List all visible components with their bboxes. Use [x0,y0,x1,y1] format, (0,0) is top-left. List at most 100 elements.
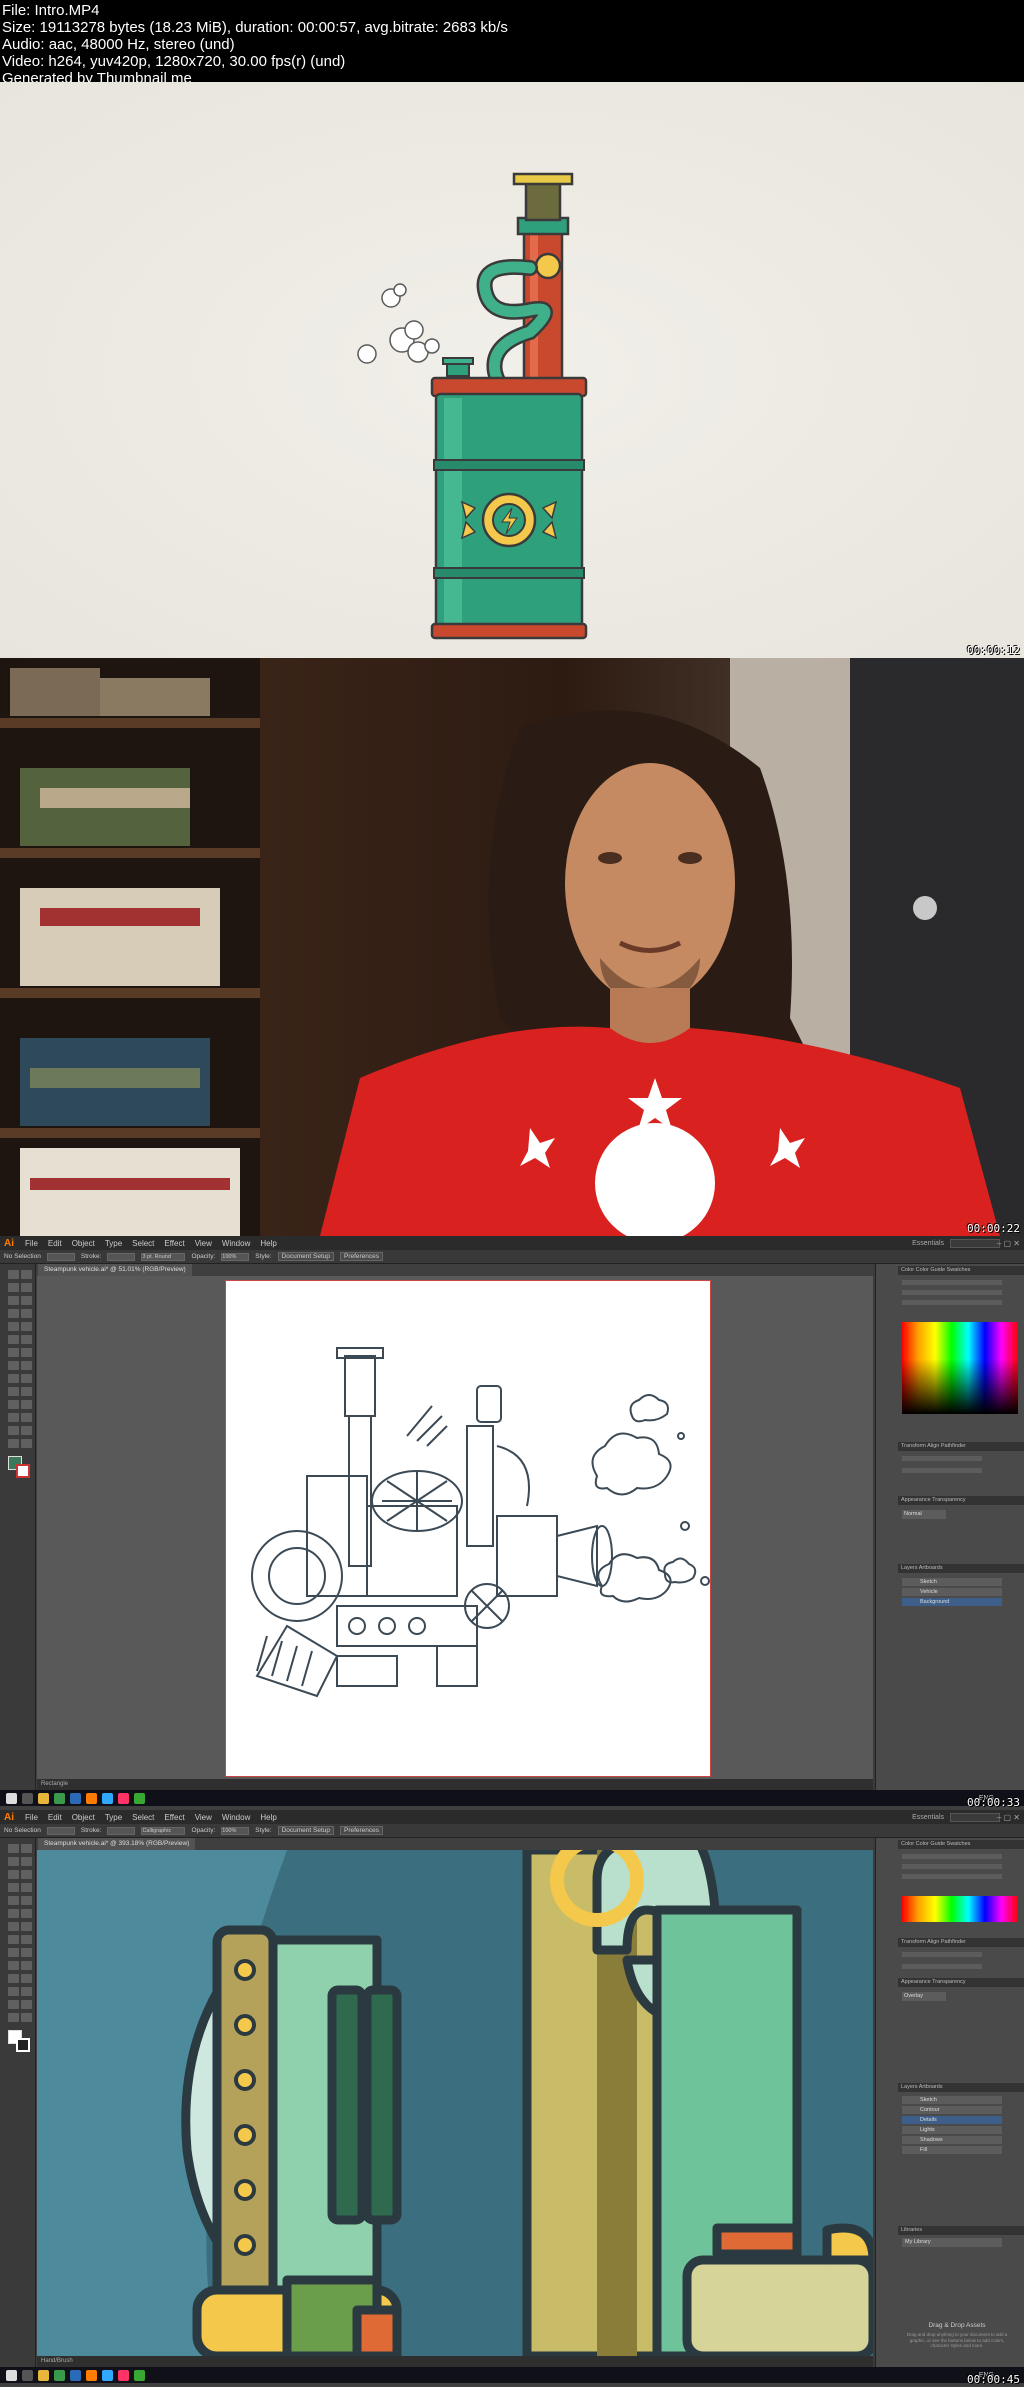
lasso-tool-icon[interactable] [21,1857,32,1866]
menu-edit[interactable]: Edit [43,1239,67,1248]
free-transform-tool-icon[interactable] [21,1935,32,1944]
pen-tool-icon[interactable] [8,1870,19,1879]
scale-tool-icon[interactable] [21,1348,32,1357]
transform-panel-tabs[interactable]: Transform Align Pathfinder [898,1938,1024,1947]
menu-help[interactable]: Help [255,1239,281,1248]
selection-tool-icon[interactable] [8,1844,19,1853]
opacity-field[interactable]: 100% [221,1252,250,1261]
layer-contour[interactable]: Contour [902,2106,1002,2114]
symbol-sprayer-tool-icon[interactable] [8,1987,19,1996]
eraser-tool-icon[interactable] [21,1335,32,1344]
menu-view[interactable]: View [190,1813,217,1822]
shape-builder-tool-icon[interactable] [8,1948,19,1957]
layer-details[interactable]: Details [902,2116,1002,2124]
indesign-app-icon[interactable] [118,2369,129,2381]
illustrator-app-icon[interactable] [86,2369,97,2381]
menu-window[interactable]: Window [217,1813,255,1822]
width-tool-icon[interactable] [8,1361,19,1370]
canvas-area[interactable] [37,1850,873,2356]
layers-panel-tabs[interactable]: Layers Artboards [898,2083,1024,2092]
curvature-tool-icon[interactable] [21,1870,32,1879]
stroke-swatch[interactable] [16,2038,30,2052]
pencil-tool-icon[interactable] [8,1909,19,1918]
brush-definition[interactable]: 3 pt. Round [141,1252,186,1261]
mesh-tool-icon[interactable] [8,1387,19,1396]
line-tool-icon[interactable] [21,1883,32,1892]
selection-tool-icon[interactable] [8,1270,19,1279]
slice-tool-icon[interactable] [21,1426,32,1435]
document-setup-button[interactable]: Document Setup [277,1252,334,1261]
windows-start-icon[interactable] [6,2369,17,2381]
magic-wand-tool-icon[interactable] [8,1283,19,1292]
graph-tool-icon[interactable] [21,1987,32,1996]
document-tab[interactable]: Steampunk vehicle.ai* @ 51.01% (RGB/Prev… [38,1264,192,1276]
graph-tool-icon[interactable] [21,1413,32,1422]
paintbrush-tool-icon[interactable] [21,1896,32,1905]
color-spectrum[interactable] [902,1322,1018,1414]
fill-swatch[interactable] [46,1252,75,1261]
gradient-tool-icon[interactable] [21,1961,32,1970]
menu-effect[interactable]: Effect [159,1813,189,1822]
magic-wand-tool-icon[interactable] [8,1857,19,1866]
transform-panel-tabs[interactable]: Transform Align Pathfinder [898,1442,1024,1451]
search-icon[interactable] [22,2369,33,2381]
hand-tool-icon[interactable] [8,1439,19,1448]
line-tool-icon[interactable] [21,1309,32,1318]
layers-panel-tabs[interactable]: Layers Artboards [898,1564,1024,1573]
photoshop-app-icon[interactable] [102,1792,113,1804]
perspective-tool-icon[interactable] [21,1948,32,1957]
eraser-tool-icon[interactable] [21,1909,32,1918]
type-tool-icon[interactable] [8,1309,19,1318]
width-tool-icon[interactable] [8,1935,19,1944]
artboard-tool-icon[interactable] [8,1426,19,1435]
direct-selection-tool-icon[interactable] [21,1844,32,1853]
layer-lights[interactable]: Lights [902,2126,1002,2134]
rotate-tool-icon[interactable] [8,1922,19,1931]
mail-icon[interactable] [70,2369,81,2381]
workspace-switcher[interactable]: Essentials [912,1814,944,1821]
search-icon[interactable] [22,1792,33,1804]
menu-edit[interactable]: Edit [43,1813,67,1822]
paintbrush-tool-icon[interactable] [21,1322,32,1331]
symbol-sprayer-tool-icon[interactable] [8,1413,19,1422]
menu-object[interactable]: Object [67,1813,100,1822]
library-select[interactable]: My Library [902,2238,1002,2247]
type-tool-icon[interactable] [8,1883,19,1892]
perspective-tool-icon[interactable] [21,1374,32,1383]
mail-icon[interactable] [70,1792,81,1804]
menu-object[interactable]: Object [67,1239,100,1248]
search-input[interactable] [950,1812,1000,1822]
eyedropper-tool-icon[interactable] [8,1400,19,1409]
color-panel-tabs[interactable]: Color Color Guide Swatches [898,1266,1024,1275]
pencil-tool-icon[interactable] [8,1335,19,1344]
shape-builder-tool-icon[interactable] [8,1374,19,1383]
free-transform-tool-icon[interactable] [21,1361,32,1370]
photoshop-app-icon[interactable] [102,2369,113,2381]
document-setup-button[interactable]: Document Setup [277,1826,334,1835]
workspace-switcher[interactable]: Essentials [912,1240,944,1247]
layer-sketch[interactable]: Sketch [902,1578,1002,1586]
zoom-tool-icon[interactable] [21,2013,32,2022]
menu-select[interactable]: Select [127,1239,159,1248]
lasso-tool-icon[interactable] [21,1283,32,1292]
search-input[interactable] [950,1238,1000,1248]
menu-file[interactable]: File [20,1239,43,1248]
menu-view[interactable]: View [190,1239,217,1248]
layer-sketch[interactable]: Sketch [902,2096,1002,2104]
layer-shadows[interactable]: Shadows [902,2136,1002,2144]
explorer-icon[interactable] [38,1792,49,1804]
camtasia-app-icon[interactable] [134,2369,145,2381]
pen-tool-icon[interactable] [8,1296,19,1305]
menu-type[interactable]: Type [100,1239,127,1248]
blend-mode-select[interactable]: Overlay [902,1992,946,2001]
zoom-tool-icon[interactable] [21,1439,32,1448]
gradient-tool-icon[interactable] [21,1387,32,1396]
artboard-tool-icon[interactable] [8,2000,19,2009]
blend-tool-icon[interactable] [21,1974,32,1983]
explorer-icon[interactable] [38,2369,49,2381]
layer-background[interactable]: Background [902,1598,1002,1606]
slice-tool-icon[interactable] [21,2000,32,2009]
menu-window[interactable]: Window [217,1239,255,1248]
stroke-weight-field[interactable] [107,1252,136,1261]
stroke-weight-field[interactable] [107,1826,136,1835]
